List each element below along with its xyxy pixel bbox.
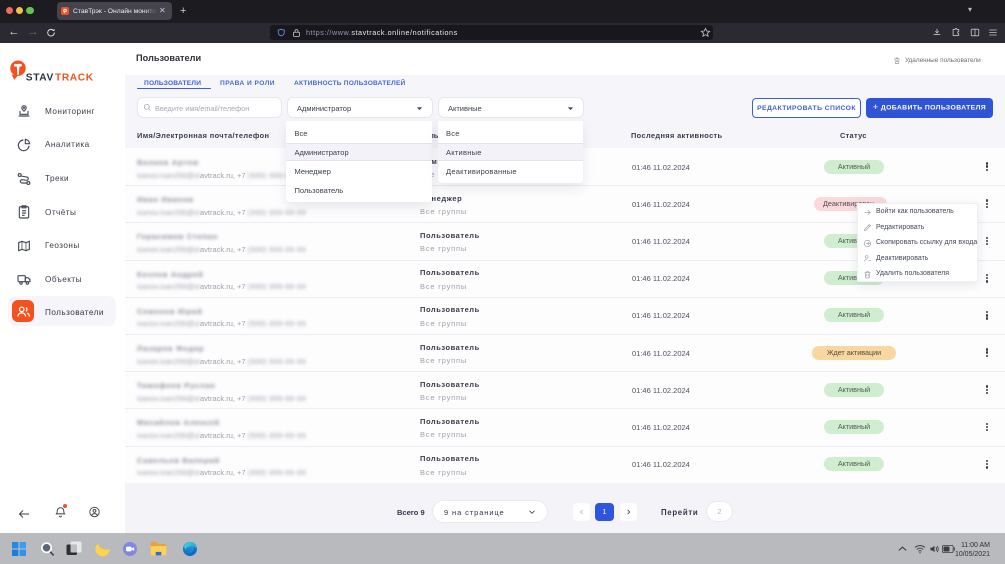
svg-text:TRACK: TRACK [55, 72, 94, 83]
svg-text:STAV: STAV [26, 72, 54, 83]
